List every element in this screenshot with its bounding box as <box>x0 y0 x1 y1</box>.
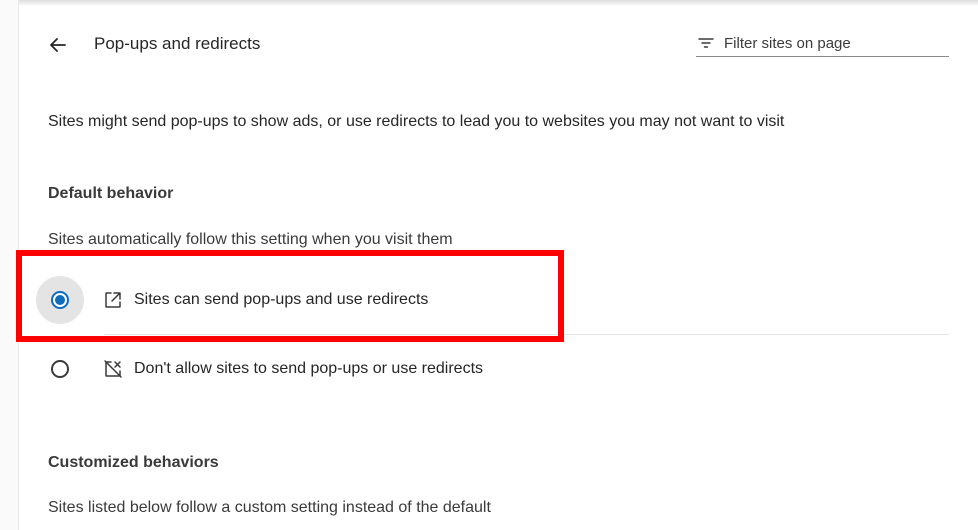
default-behavior-heading: Default behavior <box>48 185 174 202</box>
arrow-left-icon <box>50 38 66 52</box>
radio-block-popups[interactable] <box>51 360 69 378</box>
option-block-popups-label: Don't allow sites to send pop-ups or use… <box>134 360 484 377</box>
back-button[interactable] <box>38 28 78 62</box>
option-block-popups[interactable]: Don't allow sites to send pop-ups or use… <box>36 343 949 395</box>
customized-behaviors-subtext: Sites listed below follow a custom setti… <box>48 499 491 516</box>
red-highlight-box <box>16 250 564 342</box>
page-description: Sites might send pop-ups to show ads, or… <box>48 113 785 130</box>
radio-halo <box>36 345 84 393</box>
filter-box[interactable] <box>696 30 949 57</box>
blocked-popup-icon <box>102 358 124 380</box>
settings-page: Pop-ups and redirects Sites might send p… <box>0 0 978 530</box>
page-title: Pop-ups and redirects <box>94 34 261 53</box>
default-behavior-subtext: Sites automatically follow this setting … <box>48 231 453 248</box>
page-header: Pop-ups and redirects <box>20 20 978 70</box>
customized-behaviors-heading: Customized behaviors <box>48 454 219 471</box>
filter-icon <box>696 33 716 53</box>
top-shadow <box>0 0 978 6</box>
filter-sites-input[interactable] <box>724 34 934 52</box>
